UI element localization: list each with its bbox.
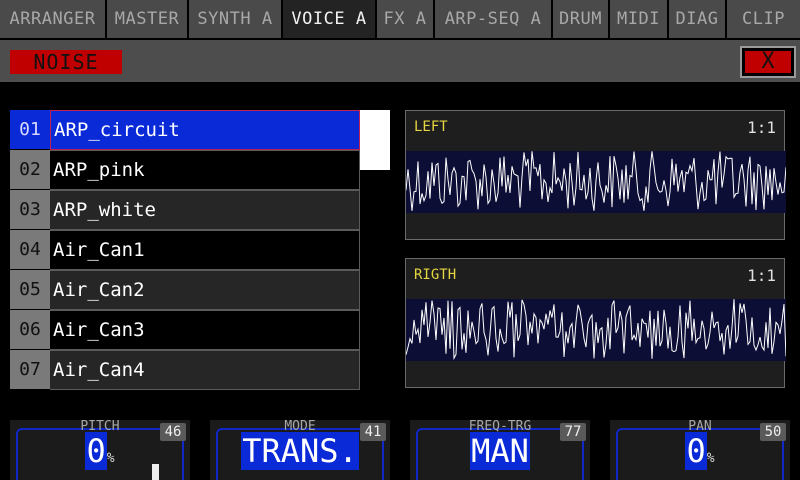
pitch-indicator (152, 464, 159, 480)
tab-arranger[interactable]: ARRANGER (0, 0, 107, 38)
tab-bar: ARRANGER MASTER SYNTH A VOICE A FX A ARP… (0, 0, 800, 38)
sample-list: 01 ARP_circuit 02 ARP_pink 03 ARP_white … (10, 110, 360, 390)
list-item-number: 02 (10, 150, 50, 190)
tab-clip[interactable]: CLIP (727, 0, 800, 38)
freq-trg-knob[interactable]: FREQ-TRG 77 MAN (410, 420, 590, 480)
tab-master[interactable]: MASTER (107, 0, 189, 38)
close-icon: X (745, 51, 791, 73)
list-item[interactable]: 05 Air_Can2 (10, 270, 360, 310)
list-item-name: Air_Can3 (50, 310, 360, 350)
list-item-number: 07 (10, 350, 50, 390)
tab-drum[interactable]: DRUM (553, 0, 610, 38)
pitch-value-number: 0 (85, 432, 107, 470)
waveform-left-label: LEFT (414, 119, 448, 135)
waveform-right-graph (406, 299, 786, 361)
page-header: NOISE X (0, 38, 800, 82)
list-item-number: 06 (10, 310, 50, 350)
pan-value-number: 0 (685, 432, 707, 470)
list-item[interactable]: 02 ARP_pink (10, 150, 360, 190)
pitch-value-unit: % (106, 451, 115, 466)
list-item-name: ARP_circuit (50, 110, 360, 150)
list-item[interactable]: 06 Air_Can3 (10, 310, 360, 350)
waveform-left-graph (406, 151, 786, 213)
pan-value-unit: % (706, 451, 715, 466)
waveform-left-zoom[interactable]: 1:1 (747, 118, 776, 137)
waveform-right: RIGTH 1:1 (405, 258, 786, 388)
close-button[interactable]: X (740, 46, 796, 78)
list-item-number: 01 (10, 110, 50, 150)
list-item-name: Air_Can2 (50, 270, 360, 310)
list-item[interactable]: 04 Air_Can1 (10, 230, 360, 270)
freq-trg-value-text: MAN (470, 432, 530, 470)
mode-value-text: TRANS. (241, 432, 359, 470)
pan-knob[interactable]: PAN 50 0% (610, 420, 790, 480)
list-item-name: ARP_pink (50, 150, 360, 190)
waveform-left: LEFT 1:1 (405, 110, 786, 240)
tab-voice-a[interactable]: VOICE A (283, 0, 377, 38)
pitch-knob[interactable]: PITCH 46 0% (10, 420, 190, 480)
freq-trg-value: MAN (410, 432, 590, 470)
waveform-right-zoom[interactable]: 1:1 (747, 266, 776, 285)
list-scrollbar[interactable] (360, 110, 390, 390)
list-item-number: 04 (10, 230, 50, 270)
list-item-name: Air_Can4 (50, 350, 360, 390)
tab-synth-a[interactable]: SYNTH A (189, 0, 283, 38)
list-item-number: 03 (10, 190, 50, 230)
mode-value: TRANS. (210, 432, 390, 470)
list-item[interactable]: 07 Air_Can4 (10, 350, 360, 390)
tab-diag[interactable]: DIAG (669, 0, 727, 38)
list-item-number: 05 (10, 270, 50, 310)
mode-knob[interactable]: MODE 41 TRANS. (210, 420, 390, 480)
tab-arp-seq-a[interactable]: ARP-SEQ A (435, 0, 553, 38)
list-item[interactable]: 03 ARP_white (10, 190, 360, 230)
page-title: NOISE (10, 50, 122, 74)
list-item-name: Air_Can1 (50, 230, 360, 270)
list-item[interactable]: 01 ARP_circuit (10, 110, 360, 150)
scrollbar-thumb[interactable] (360, 110, 390, 170)
tab-midi[interactable]: MIDI (610, 0, 669, 38)
list-item-name: ARP_white (50, 190, 360, 230)
pitch-value: 0% (10, 432, 190, 476)
waveform-right-label: RIGTH (414, 267, 457, 283)
tab-fx-a[interactable]: FX A (377, 0, 435, 38)
pan-value: 0% (610, 432, 790, 476)
